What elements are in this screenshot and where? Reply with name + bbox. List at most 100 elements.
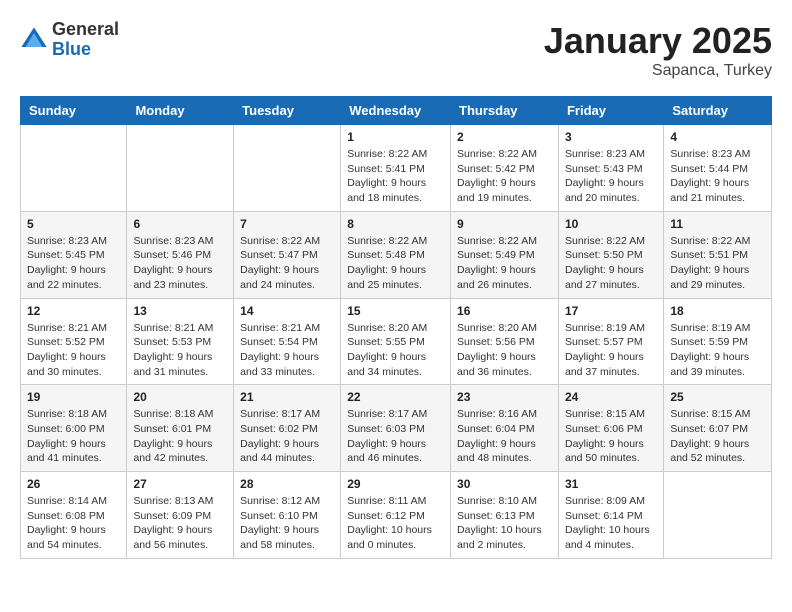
day-info: Sunrise: 8:22 AM Sunset: 5:41 PM Dayligh… [347,147,444,206]
day-number: 6 [133,217,227,231]
calendar-cell: 26 Sunrise: 8:14 AM Sunset: 6:08 PM Dayli… [21,472,127,559]
calendar-cell: 5Sunrise: 8:23 AM Sunset: 5:45 PM Daylig… [21,211,127,298]
logo: General Blue [20,20,119,60]
day-number: 29 [347,477,444,491]
calendar-cell: 7 Sunrise: 8:22 AM Sunset: 5:47 PM Daylig… [234,211,341,298]
day-number: 4 [670,130,765,144]
calendar-title: January 2025 [544,20,772,62]
day-info: Sunrise: 8:19 AM Sunset: 5:59 PM Dayligh… [670,321,765,380]
day-info: Sunrise: 8:23 AM Sunset: 5:44 PM Dayligh… [670,147,765,206]
day-info: Sunrise: 8:21 AM Sunset: 5:53 PM Dayligh… [133,321,227,380]
weekday-header-thursday: Thursday [451,97,559,125]
day-number: 18 [670,304,765,318]
weekday-header-friday: Friday [558,97,663,125]
day-number: 25 [670,390,765,404]
day-info: Sunrise: 8:20 AM Sunset: 5:56 PM Dayligh… [457,321,552,380]
day-number: 23 [457,390,552,404]
day-number: 5 [27,217,120,231]
day-info: Sunrise: 8:10 AM Sunset: 6:13 PM Dayligh… [457,494,552,553]
day-info: Sunrise: 8:18 AM Sunset: 6:01 PM Dayligh… [133,407,227,466]
calendar-cell: 14 Sunrise: 8:21 AM Sunset: 5:54 PM Dayli… [234,298,341,385]
weekday-header-sunday: Sunday [21,97,127,125]
day-number: 30 [457,477,552,491]
weekday-header-wednesday: Wednesday [341,97,451,125]
day-info: Sunrise: 8:15 AM Sunset: 6:07 PM Dayligh… [670,407,765,466]
calendar-cell: 17Sunrise: 8:19 AM Sunset: 5:57 PM Dayli… [558,298,663,385]
day-number: 14 [240,304,334,318]
calendar-cell: 27 Sunrise: 8:13 AM Sunset: 6:09 PM Dayli… [127,472,234,559]
day-number: 15 [347,304,444,318]
calendar-cell: 12Sunrise: 8:21 AM Sunset: 5:52 PM Dayli… [21,298,127,385]
day-info: Sunrise: 8:16 AM Sunset: 6:04 PM Dayligh… [457,407,552,466]
day-info: Sunrise: 8:11 AM Sunset: 6:12 PM Dayligh… [347,494,444,553]
day-info: Sunrise: 8:20 AM Sunset: 5:55 PM Dayligh… [347,321,444,380]
day-number: 16 [457,304,552,318]
calendar-cell: 11Sunrise: 8:22 AM Sunset: 5:51 PM Dayli… [664,211,772,298]
weekday-header-row: SundayMondayTuesdayWednesdayThursdayFrid… [21,97,772,125]
day-info: Sunrise: 8:17 AM Sunset: 6:03 PM Dayligh… [347,407,444,466]
day-number: 26 [27,477,120,491]
day-number: 22 [347,390,444,404]
day-number: 19 [27,390,120,404]
calendar-week-row: 19 Sunrise: 8:18 AM Sunset: 6:00 PM Dayli… [21,385,772,472]
day-number: 31 [565,477,657,491]
day-info: Sunrise: 8:21 AM Sunset: 5:52 PM Dayligh… [27,321,120,380]
day-info: Sunrise: 8:22 AM Sunset: 5:42 PM Dayligh… [457,147,552,206]
day-info: Sunrise: 8:22 AM Sunset: 5:50 PM Dayligh… [565,234,657,293]
calendar-cell: 15 Sunrise: 8:20 AM Sunset: 5:55 PM Dayli… [341,298,451,385]
weekday-header-saturday: Saturday [664,97,772,125]
day-number: 24 [565,390,657,404]
weekday-header-tuesday: Tuesday [234,97,341,125]
calendar-cell: 18 Sunrise: 8:19 AM Sunset: 5:59 PM Dayli… [664,298,772,385]
calendar-cell: 29 Sunrise: 8:11 AM Sunset: 6:12 PM Dayli… [341,472,451,559]
calendar-cell: 2 Sunrise: 8:22 AM Sunset: 5:42 PM Daylig… [451,125,559,212]
day-number: 7 [240,217,334,231]
calendar-week-row: 26 Sunrise: 8:14 AM Sunset: 6:08 PM Dayli… [21,472,772,559]
weekday-header-monday: Monday [127,97,234,125]
calendar-cell [664,472,772,559]
calendar-cell: 31Sunrise: 8:09 AM Sunset: 6:14 PM Dayli… [558,472,663,559]
calendar-week-row: 12Sunrise: 8:21 AM Sunset: 5:52 PM Dayli… [21,298,772,385]
day-number: 27 [133,477,227,491]
day-number: 2 [457,130,552,144]
day-number: 21 [240,390,334,404]
calendar-cell: 1 Sunrise: 8:22 AM Sunset: 5:41 PM Daylig… [341,125,451,212]
day-info: Sunrise: 8:22 AM Sunset: 5:51 PM Dayligh… [670,234,765,293]
calendar-cell: 4 Sunrise: 8:23 AM Sunset: 5:44 PM Daylig… [664,125,772,212]
calendar-cell: 21 Sunrise: 8:17 AM Sunset: 6:02 PM Dayli… [234,385,341,472]
day-info: Sunrise: 8:22 AM Sunset: 5:49 PM Dayligh… [457,234,552,293]
day-number: 1 [347,130,444,144]
calendar-cell: 16 Sunrise: 8:20 AM Sunset: 5:56 PM Dayli… [451,298,559,385]
day-info: Sunrise: 8:15 AM Sunset: 6:06 PM Dayligh… [565,407,657,466]
calendar-cell [127,125,234,212]
day-info: Sunrise: 8:23 AM Sunset: 5:46 PM Dayligh… [133,234,227,293]
calendar-cell: 19 Sunrise: 8:18 AM Sunset: 6:00 PM Dayli… [21,385,127,472]
day-info: Sunrise: 8:17 AM Sunset: 6:02 PM Dayligh… [240,407,334,466]
day-info: Sunrise: 8:18 AM Sunset: 6:00 PM Dayligh… [27,407,120,466]
logo-icon [20,26,48,54]
calendar-location: Sapanca, Turkey [544,62,772,80]
day-info: Sunrise: 8:22 AM Sunset: 5:47 PM Dayligh… [240,234,334,293]
calendar-cell: 6 Sunrise: 8:23 AM Sunset: 5:46 PM Daylig… [127,211,234,298]
day-info: Sunrise: 8:13 AM Sunset: 6:09 PM Dayligh… [133,494,227,553]
day-number: 10 [565,217,657,231]
day-info: Sunrise: 8:23 AM Sunset: 5:43 PM Dayligh… [565,147,657,206]
calendar-week-row: 5Sunrise: 8:23 AM Sunset: 5:45 PM Daylig… [21,211,772,298]
day-number: 3 [565,130,657,144]
day-number: 8 [347,217,444,231]
page-header: General Blue January 2025 Sapanca, Turke… [20,20,772,80]
day-info: Sunrise: 8:14 AM Sunset: 6:08 PM Dayligh… [27,494,120,553]
calendar-cell: 20 Sunrise: 8:18 AM Sunset: 6:01 PM Dayli… [127,385,234,472]
day-number: 13 [133,304,227,318]
calendar-cell: 23 Sunrise: 8:16 AM Sunset: 6:04 PM Dayli… [451,385,559,472]
day-number: 20 [133,390,227,404]
day-info: Sunrise: 8:21 AM Sunset: 5:54 PM Dayligh… [240,321,334,380]
logo-general-text: General [52,20,119,40]
calendar-cell: 30 Sunrise: 8:10 AM Sunset: 6:13 PM Dayli… [451,472,559,559]
logo-text: General Blue [52,20,119,60]
day-number: 9 [457,217,552,231]
calendar-cell: 24 Sunrise: 8:15 AM Sunset: 6:06 PM Dayli… [558,385,663,472]
calendar-cell: 13 Sunrise: 8:21 AM Sunset: 5:53 PM Dayli… [127,298,234,385]
calendar-cell [21,125,127,212]
calendar-cell: 25 Sunrise: 8:15 AM Sunset: 6:07 PM Dayli… [664,385,772,472]
